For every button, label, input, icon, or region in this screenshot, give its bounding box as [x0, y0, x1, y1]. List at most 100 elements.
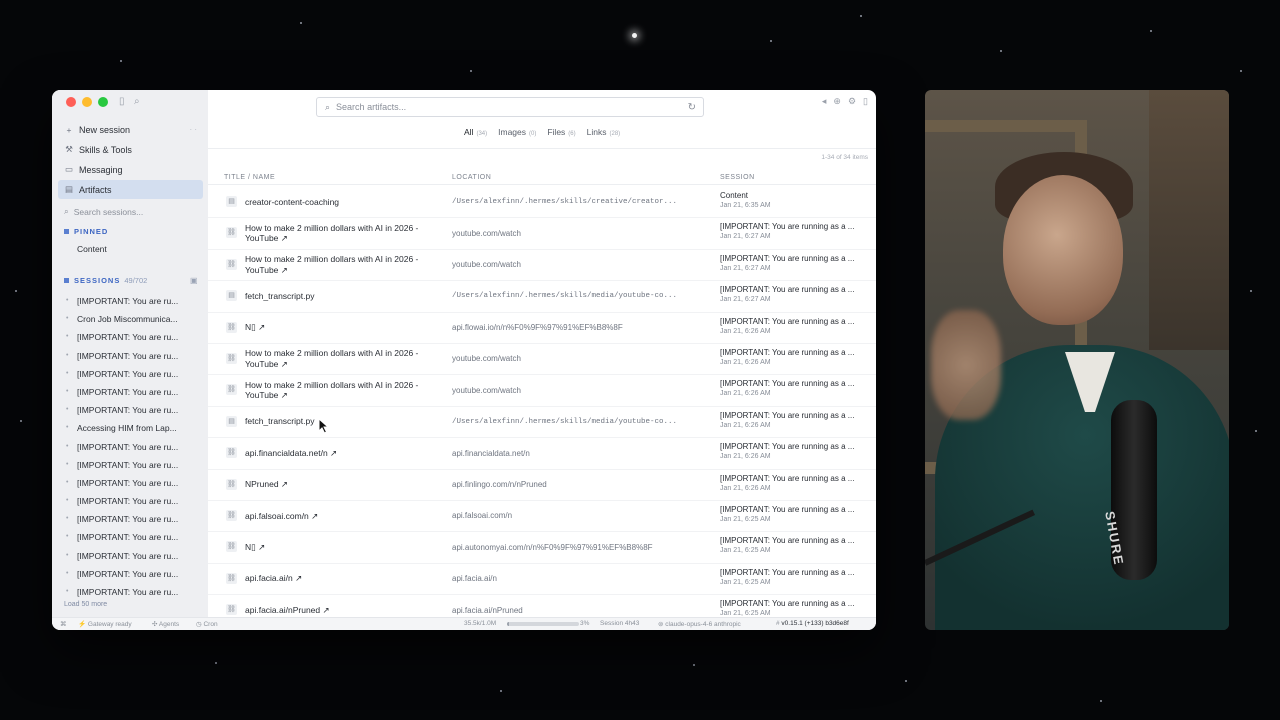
artifact-location[interactable]: api.flowai.io/n/n%F0%9F%97%91%EF%B8%8F — [452, 313, 697, 343]
artifact-title[interactable]: How to make 2 million dollars with AI in… — [245, 250, 435, 280]
session-item[interactable]: • [IMPORTANT: You are ru... — [66, 528, 206, 546]
gear-icon[interactable]: ⚙ — [848, 96, 856, 107]
artifact-title[interactable]: creator-content-coaching — [245, 187, 435, 217]
artifact-location[interactable]: api.finlingo.com/n/nPruned — [452, 470, 697, 500]
artifact-title[interactable]: N▯ ↗ — [245, 313, 435, 343]
artifact-title[interactable]: How to make 2 million dollars with AI in… — [245, 218, 435, 248]
artifact-location[interactable]: api.falsoai.com/n — [452, 501, 697, 531]
gateway-status[interactable]: ⚡ Gateway ready — [78, 620, 132, 628]
minimize-window-button[interactable] — [82, 97, 92, 107]
tab-images[interactable]: Images (0) — [498, 127, 536, 137]
table-row[interactable]: ⛓ api.financialdata.net/n ↗ api.financiald… — [208, 438, 876, 470]
table-row[interactable]: ⛓ How to make 2 million dollars with AI i… — [208, 250, 876, 282]
artifact-session[interactable]: [IMPORTANT: You are running as a ... Jan … — [720, 474, 866, 492]
table-row[interactable]: ⛓ N▯ ↗ api.flowai.io/n/n%F0%9F%97%91%EF%B8… — [208, 313, 876, 344]
artifact-location[interactable]: /Users/alexfinn/.hermes/skills/creative/… — [452, 187, 697, 217]
session-item[interactable]: • [IMPORTANT: You are ru... — [66, 292, 206, 310]
artifact-session[interactable]: [IMPORTANT: You are running as a ... Jan … — [720, 222, 866, 240]
session-item[interactable]: • Accessing HIM from Lap... — [66, 419, 206, 437]
session-item[interactable]: • [IMPORTANT: You are ru... — [66, 583, 206, 601]
sidebar-item-artifacts[interactable]: ▤ Artifacts — [58, 180, 203, 199]
tab-all[interactable]: All (34) — [464, 127, 487, 137]
refresh-icon[interactable]: ↻ — [688, 102, 696, 113]
artifact-session[interactable]: [IMPORTANT: You are running as a ... Jan … — [720, 568, 866, 586]
session-item[interactable]: • [IMPORTANT: You are ru... — [66, 438, 206, 456]
artifact-title[interactable]: N▯ ↗ — [245, 532, 435, 562]
cron-button[interactable]: ◷ Cron — [196, 620, 218, 628]
session-item[interactable]: • [IMPORTANT: You are ru... — [66, 510, 206, 528]
session-item[interactable]: • [IMPORTANT: You are ru... — [66, 365, 206, 383]
table-row[interactable]: ⛓ NPruned ↗ api.finlingo.com/n/nPruned [IMP… — [208, 470, 876, 501]
sound-icon[interactable]: ◂ — [822, 96, 827, 107]
table-row[interactable]: ⛓ api.facia.ai/n ↗ api.facia.ai/n [IMPORTAN… — [208, 564, 876, 596]
artifact-location[interactable]: youtube.com/watch — [452, 218, 697, 248]
session-item[interactable]: • [IMPORTANT: You are ru... — [66, 547, 206, 565]
artifact-title[interactable]: fetch_transcript.py — [245, 407, 435, 437]
artifact-title[interactable]: NPruned ↗ — [245, 470, 435, 500]
artifact-session[interactable]: [IMPORTANT: You are running as a ... Jan … — [720, 317, 866, 335]
table-row[interactable]: ⛓ How to make 2 million dollars with AI i… — [208, 375, 876, 407]
panel-toggle-icon[interactable]: ▯ — [863, 96, 868, 107]
session-item[interactable]: • [IMPORTANT: You are ru... — [66, 383, 206, 401]
pinned-item-content[interactable]: Content — [77, 244, 107, 254]
artifact-session[interactable]: [IMPORTANT: You are running as a ... Jan … — [720, 379, 866, 397]
artifact-title[interactable]: api.financialdata.net/n ↗ — [245, 438, 435, 468]
tab-files[interactable]: Files (6) — [547, 127, 575, 137]
artifact-session[interactable]: [IMPORTANT: You are running as a ... Jan … — [720, 348, 866, 366]
column-header-location[interactable]: LOCATION — [452, 174, 491, 181]
model-selector[interactable]: ⊚ claude-opus-4-6 anthropic — [658, 620, 741, 628]
artifact-session[interactable]: [IMPORTANT: You are running as a ... Jan … — [720, 254, 866, 272]
sidebar-toggle-icon[interactable]: ▯ — [119, 96, 125, 107]
table-row[interactable]: ⛓ How to make 2 million dollars with AI i… — [208, 344, 876, 376]
sessions-header[interactable]: SESSIONS 49/702 ▣ — [64, 276, 198, 285]
session-item[interactable]: • [IMPORTANT: You are ru... — [66, 492, 206, 510]
artifact-location[interactable]: api.financialdata.net/n — [452, 438, 697, 468]
artifact-session[interactable]: Content Jan 21, 6:35 AM — [720, 191, 866, 209]
artifacts-search-input[interactable]: ⌕ Search artifacts... ↻ — [316, 97, 704, 117]
artifact-session[interactable]: [IMPORTANT: You are running as a ... Jan … — [720, 599, 866, 617]
session-item[interactable]: • [IMPORTANT: You are ru... — [66, 474, 206, 492]
artifact-location[interactable]: api.facia.ai/n — [452, 564, 697, 594]
artifact-title[interactable]: How to make 2 million dollars with AI in… — [245, 375, 435, 405]
artifact-location[interactable]: /Users/alexfinn/.hermes/skills/media/you… — [452, 281, 697, 311]
sidebar-item-messaging[interactable]: ▭ Messaging — [58, 160, 203, 179]
artifact-session[interactable]: [IMPORTANT: You are running as a ... Jan … — [720, 285, 866, 303]
artifact-title[interactable]: fetch_transcript.py — [245, 281, 435, 311]
artifact-session[interactable]: [IMPORTANT: You are running as a ... Jan … — [720, 442, 866, 460]
session-item[interactable]: • [IMPORTANT: You are ru... — [66, 347, 206, 365]
artifact-location[interactable]: api.autonomyai.com/n/n%F0%9F%97%91%EF%B8… — [452, 532, 697, 562]
column-header-title[interactable]: TITLE / NAME — [224, 174, 275, 181]
table-row[interactable]: ▤ fetch_transcript.py/Users/alexfinn/.her… — [208, 407, 876, 439]
search-icon[interactable]: ⌕ — [134, 96, 140, 107]
table-row[interactable]: ▤ fetch_transcript.py/Users/alexfinn/.her… — [208, 281, 876, 313]
table-row[interactable]: ⛓ N▯ ↗ api.autonomyai.com/n/n%F0%9F%97%91%… — [208, 532, 876, 564]
column-header-session[interactable]: SESSION — [720, 174, 755, 181]
session-item[interactable]: • [IMPORTANT: You are ru... — [66, 565, 206, 583]
session-search-input[interactable]: ⌕ Search sessions... — [64, 206, 143, 217]
pinned-header[interactable]: PINNED — [64, 227, 108, 236]
artifact-title[interactable]: api.falsoai.com/n ↗ — [245, 501, 435, 531]
session-item[interactable]: • [IMPORTANT: You are ru... — [66, 401, 206, 419]
artifact-location[interactable]: youtube.com/watch — [452, 375, 697, 405]
new-folder-icon[interactable]: ▣ — [190, 276, 198, 285]
session-item[interactable]: • Cron Job Miscommunica... — [66, 310, 206, 328]
tab-links[interactable]: Links (28) — [587, 127, 621, 137]
maximize-window-button[interactable] — [98, 97, 108, 107]
artifact-session[interactable]: [IMPORTANT: You are running as a ... Jan … — [720, 411, 866, 429]
download-icon[interactable]: ⊕ — [833, 96, 841, 107]
load-more-link[interactable]: Load 50 more — [64, 601, 107, 608]
sidebar-item-new-session[interactable]: + New session · · — [58, 120, 203, 139]
agents-button[interactable]: ✣ Agents — [152, 620, 179, 628]
artifact-session[interactable]: [IMPORTANT: You are running as a ... Jan … — [720, 505, 866, 523]
table-row[interactable]: ⛓ How to make 2 million dollars with AI i… — [208, 218, 876, 250]
table-row[interactable]: ▤ creator-content-coaching/Users/alexfinn… — [208, 187, 876, 219]
table-row[interactable]: ⛓ api.falsoai.com/n ↗ api.falsoai.com/n [IM… — [208, 501, 876, 533]
session-item[interactable]: • [IMPORTANT: You are ru... — [66, 328, 206, 346]
artifact-title[interactable]: How to make 2 million dollars with AI in… — [245, 344, 435, 374]
close-window-button[interactable] — [66, 97, 76, 107]
artifact-location[interactable]: youtube.com/watch — [452, 250, 697, 280]
sidebar-item-skills-tools[interactable]: ⚒ Skills & Tools — [58, 140, 203, 159]
artifact-title[interactable]: api.facia.ai/n ↗ — [245, 564, 435, 594]
terminal-icon[interactable]: ⌘ — [60, 620, 67, 628]
artifact-location[interactable]: youtube.com/watch — [452, 344, 697, 374]
